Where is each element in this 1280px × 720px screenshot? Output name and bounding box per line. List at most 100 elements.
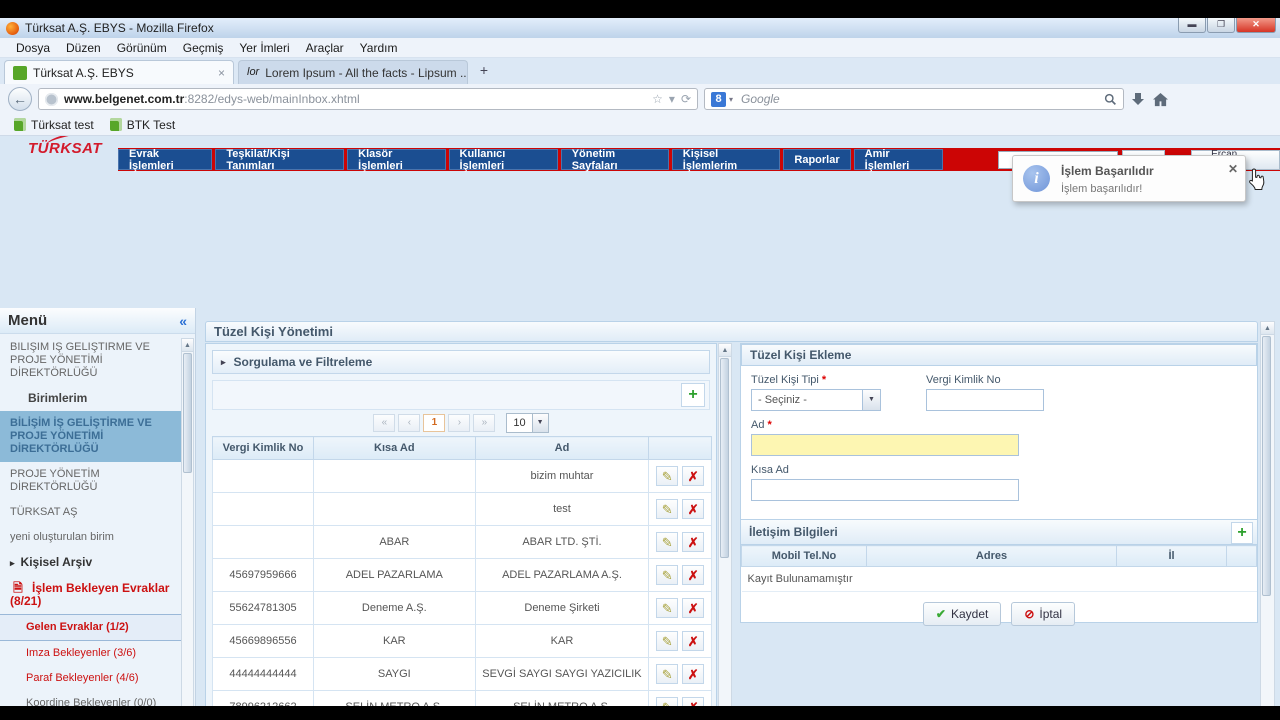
menu-yardim[interactable]: Yardım [352,39,406,57]
tab-ebys[interactable]: Türksat A.Ş. EBYS × [4,60,234,84]
edit-icon[interactable]: ✎ [656,598,678,618]
back-button[interactable]: ← [8,87,32,111]
page-size-select[interactable]: 10 ▼ [506,413,548,433]
nav-yonetim-sayfalari[interactable]: Yönetim Sayfaları [561,149,669,170]
close-button[interactable]: ✕ [1236,18,1276,33]
nav-amir-islemleri[interactable]: Amir İşlemleri [854,149,944,170]
sidebar-item-koordine-bekleyenler[interactable]: Koordine Bekleyenler (0/0) [0,691,182,706]
bookmark-turksat-test[interactable]: Türksat test [6,118,102,132]
sidebar-item-kisisel-arsiv[interactable]: ▸Kişisel Arşiv [0,550,182,576]
magnifier-icon[interactable] [1104,93,1117,106]
search-bar[interactable]: 8 ▾ Google [704,88,1124,110]
pager-first-icon[interactable]: « [373,414,395,432]
edit-icon[interactable]: ✎ [656,664,678,684]
scroll-up-icon[interactable]: ▲ [1261,322,1274,335]
ad-input[interactable] [751,434,1019,456]
delete-icon[interactable]: ✗ [682,631,704,651]
delete-icon[interactable]: ✗ [682,565,704,585]
list-scrollbar[interactable]: ▲ ▼ [718,343,732,706]
table-row[interactable]: bizim muhtar✎✗ [213,460,712,493]
col-il[interactable]: İl [1117,546,1227,567]
col-ad[interactable]: Ad [475,437,649,460]
toast-close-icon[interactable]: ✕ [1228,162,1238,176]
star-caret-icon[interactable]: ▾ [669,92,675,106]
delete-icon[interactable]: ✗ [682,466,704,486]
table-row[interactable]: test✎✗ [213,493,712,526]
pager-prev-icon[interactable]: ‹ [398,414,420,432]
filter-toggle[interactable]: ▸ Sorgulama ve Filtreleme [212,350,710,374]
menu-gecmis[interactable]: Geçmiş [175,39,232,57]
sidebar-item-direktorlugu-selected[interactable]: BİLİŞİM İŞ GELİŞTİRME VE PROJE YÖNETİMİ … [0,411,182,462]
table-row[interactable]: 45669896556KARKAR✎✗ [213,625,712,658]
nav-raporlar[interactable]: Raporlar [783,149,850,170]
sidebar-item-yeni-birim[interactable]: yeni oluşturulan birim [0,525,182,550]
sidebar-item-gelen-evraklar[interactable]: Gelen Evraklar (1/2) [0,614,182,641]
reload-icon[interactable]: ⟳ [681,92,691,106]
pager-next-icon[interactable]: › [448,414,470,432]
edit-icon[interactable]: ✎ [656,466,678,486]
bookmark-star-icon[interactable]: ☆ [652,92,663,106]
sidebar-item-proje-yonetim[interactable]: PROJE YÖNETİM DİREKTÖRLÜĞÜ [0,462,182,500]
pager-current-page[interactable]: 1 [423,414,445,432]
nav-kullanici-islemleri[interactable]: Kullanıcı İşlemleri [449,149,558,170]
menu-gorunum[interactable]: Görünüm [109,39,175,57]
sidebar-item-birimlerim[interactable]: Birimlerim [0,386,182,411]
col-vergi-kimlik-no[interactable]: Vergi Kimlik No [213,437,314,460]
add-record-button[interactable]: + [681,383,705,407]
scrollbar-thumb[interactable] [1262,336,1271,596]
add-contact-button[interactable]: + [1231,522,1253,544]
table-row[interactable]: 55624781305Deneme A.Ş.Deneme Şirketi✎✗ [213,592,712,625]
edit-icon[interactable]: ✎ [656,631,678,651]
sidebar-item-imza-bekleyenler[interactable]: Imza Bekleyenler (3/6) [0,641,182,666]
scroll-up-icon[interactable]: ▲ [182,339,193,352]
nav-klasor-islemleri[interactable]: Klasör İşlemleri [347,149,445,170]
sidebar-collapse-icon[interactable]: « [179,313,187,329]
home-icon[interactable] [1152,92,1169,107]
nav-kisisel-islemlerim[interactable]: Kişisel İşlemlerim [672,149,781,170]
page-scrollbar[interactable]: ▲ ▼ [1260,321,1275,706]
tip-select[interactable]: - Seçiniz - ▼ [751,389,881,411]
nav-evrak-islemleri[interactable]: Evrak İşlemleri [118,149,212,170]
delete-icon[interactable]: ✗ [682,664,704,684]
scrollbar-thumb[interactable] [720,358,729,558]
kisa-ad-input[interactable] [751,479,1019,501]
menu-dosya[interactable]: Dosya [8,39,58,57]
table-row[interactable]: 44444444444SAYGISEVGİ SAYGI SAYGI YAZICI… [213,658,712,691]
scroll-up-icon[interactable]: ▲ [719,344,731,357]
scrollbar-thumb[interactable] [183,353,192,473]
bookmark-btk-test[interactable]: BTK Test [102,118,183,132]
edit-icon[interactable]: ✎ [656,499,678,519]
sidebar-item-paraf-bekleyenler[interactable]: Paraf Bekleyenler (4/6) [0,666,182,691]
maximize-button[interactable]: ❐ [1207,18,1235,33]
delete-icon[interactable]: ✗ [682,697,704,706]
table-row[interactable]: 45697959666ADEL PAZARLAMAADEL PAZARLAMA … [213,559,712,592]
nav-teskilat-kisi-tanimlari[interactable]: Teşkilat/Kişi Tanımları [215,149,344,170]
edit-icon[interactable]: ✎ [656,565,678,585]
edit-icon[interactable]: ✎ [656,697,678,706]
menu-yerimleri[interactable]: Yer İmleri [231,39,297,57]
pager-last-icon[interactable]: » [473,414,495,432]
menu-duzen[interactable]: Düzen [58,39,109,57]
table-row[interactable]: ABARABAR LTD. ŞTİ.✎✗ [213,526,712,559]
sidebar-item-islem-bekleyen[interactable]: 🗎İşlem Bekleyen Evraklar (8/21) [0,576,182,614]
col-adres[interactable]: Adres [867,546,1117,567]
cancel-button[interactable]: ⊘ İptal [1011,602,1075,626]
edit-icon[interactable]: ✎ [656,532,678,552]
delete-icon[interactable]: ✗ [682,499,704,519]
downloads-icon[interactable] [1130,91,1146,107]
engine-caret-icon[interactable]: ▾ [729,95,733,104]
sidebar-item-turksat-as[interactable]: TÜRKSAT AŞ [0,500,182,525]
new-tab-button[interactable]: + [472,62,496,82]
url-bar[interactable]: www.belgenet.com.tr :8282/edys-web/mainI… [38,88,698,110]
save-button[interactable]: ✔ Kaydet [923,602,1001,626]
minimize-button[interactable]: ▬ [1178,18,1206,33]
vkn-input[interactable] [926,389,1044,411]
delete-icon[interactable]: ✗ [682,532,704,552]
menu-araclar[interactable]: Araçlar [298,39,352,57]
tab-close-icon[interactable]: × [212,66,225,80]
col-mobil-tel[interactable]: Mobil Tel.No [742,546,867,567]
sidebar-scrollbar[interactable]: ▲ ▼ [181,338,194,706]
col-kisa-ad[interactable]: Kısa Ad [314,437,476,460]
table-row[interactable]: 78996212662SELİN METRO A.Ş.SELİN METRO A… [213,691,712,707]
sidebar-item-direktorlugu-top[interactable]: BILIŞIM IŞ GELIŞTIRME VE PROJE YÖNETİMİ … [0,335,182,386]
